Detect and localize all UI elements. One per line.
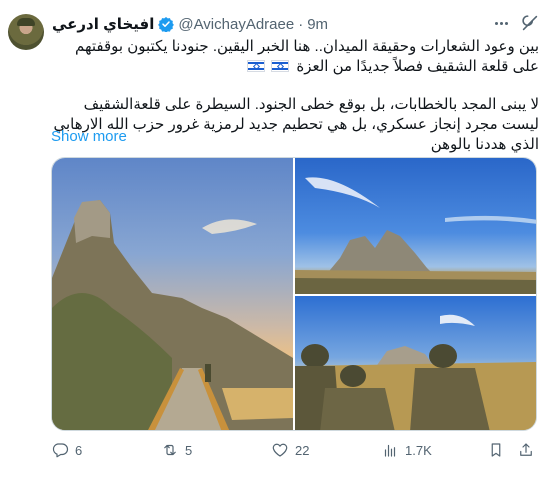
like-button[interactable]: 22 bbox=[271, 441, 309, 459]
media-grid bbox=[51, 157, 537, 431]
separator-dot: · bbox=[298, 15, 304, 33]
repost-icon bbox=[164, 444, 176, 456]
tweet: افيخاي ادرعي @AvichayAdraee · 9m بين وعو… bbox=[0, 0, 547, 486]
photo-castle-path[interactable] bbox=[52, 158, 293, 430]
display-name[interactable]: افيخاي ادرعي bbox=[52, 15, 154, 33]
reply-count: 6 bbox=[75, 442, 83, 458]
handle[interactable]: @AvichayAdraee bbox=[178, 16, 294, 33]
grok-icon[interactable] bbox=[519, 12, 541, 34]
more-options-icon[interactable] bbox=[490, 12, 512, 34]
action-bar: 6 5 22 1.7K bbox=[0, 441, 547, 465]
view-count: 1.7K bbox=[405, 442, 432, 458]
bookmark-button[interactable] bbox=[487, 441, 505, 459]
paragraph-1-text: بين وعود الشعارات وحقيقة الميدان.. هنا ا… bbox=[74, 38, 539, 75]
tweet-header: افيخاي ادرعي @AvichayAdraee · 9m bbox=[52, 14, 328, 34]
photo-soldiers[interactable] bbox=[295, 296, 536, 430]
israel-flag-icon bbox=[247, 60, 266, 72]
avatar[interactable] bbox=[8, 14, 44, 50]
tweet-text-paragraph-2: لا يبنى المجد بالخطابات، بل بوقع خطى الج… bbox=[53, 96, 539, 153]
photo-castle-ruins[interactable] bbox=[295, 158, 536, 294]
timestamp[interactable]: 9m bbox=[307, 16, 328, 33]
repost-count: 5 bbox=[185, 442, 193, 458]
bookmark-icon bbox=[491, 443, 501, 457]
share-icon bbox=[520, 443, 532, 456]
heart-icon bbox=[272, 443, 288, 457]
israel-flag-icon bbox=[271, 60, 290, 72]
analytics-icon bbox=[384, 444, 396, 457]
verified-badge-icon bbox=[158, 17, 175, 32]
reply-icon bbox=[52, 443, 69, 458]
views-button[interactable]: 1.7K bbox=[381, 441, 432, 459]
like-count: 22 bbox=[295, 442, 310, 458]
share-button[interactable] bbox=[517, 441, 535, 459]
repost-button[interactable]: 5 bbox=[161, 441, 192, 459]
show-more-link[interactable]: Show more bbox=[51, 128, 127, 145]
tweet-text-paragraph-1: بين وعود الشعارات وحقيقة الميدان.. هنا ا… bbox=[49, 37, 539, 77]
reply-button[interactable]: 6 bbox=[51, 441, 82, 459]
